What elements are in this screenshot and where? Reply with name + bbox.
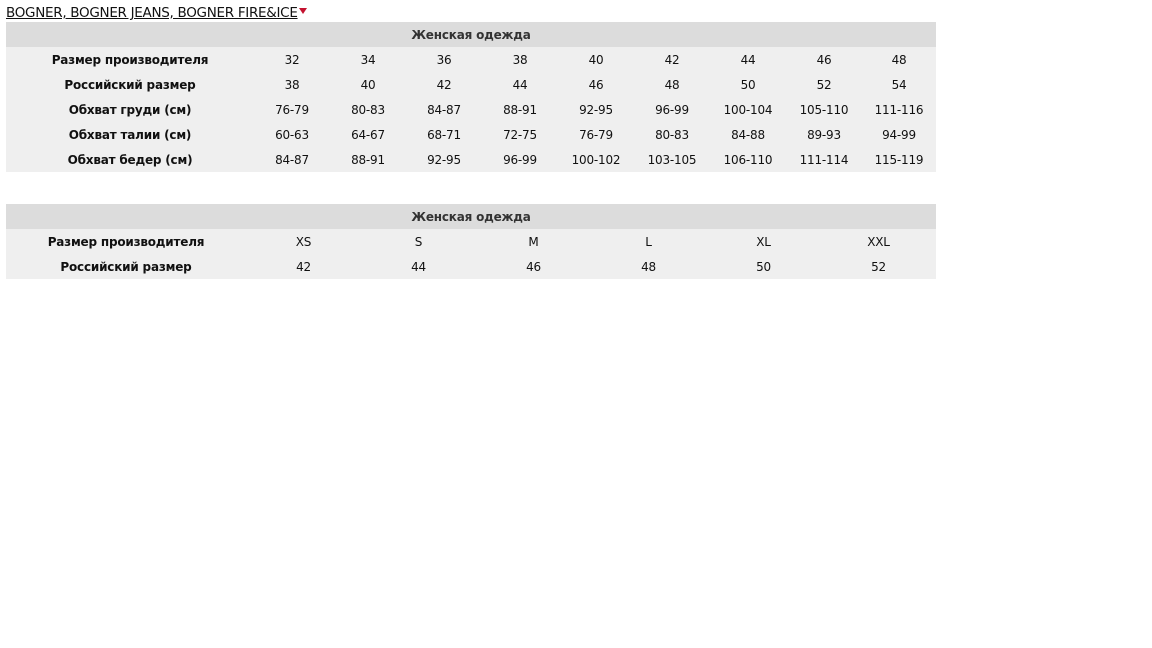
table-row-manufacturer-size: Размер производителя 32 34 36 38 40 42 4…	[6, 47, 936, 72]
table-cell: 100-104	[723, 102, 773, 117]
table-cell: 103-105	[647, 152, 697, 167]
size-table-numeric: Женская одежда Размер производителя 32 3…	[6, 22, 936, 172]
table-cell: XS	[295, 234, 312, 249]
table-cell: 88-91	[351, 152, 385, 167]
table-cell: 60-63	[275, 127, 309, 142]
row-label: Обхват груди (см)	[68, 102, 192, 117]
table-cell: 50	[740, 77, 756, 92]
table-cell: 96-99	[503, 152, 537, 167]
row-label: Размер производителя	[47, 234, 205, 249]
table-cell: 115-119	[874, 152, 924, 167]
table-cell: 36	[436, 52, 452, 67]
table-cell: L	[645, 234, 652, 249]
table-cell: 38	[284, 77, 300, 92]
table-cell: M	[528, 234, 539, 249]
table-cell: 89-93	[807, 127, 841, 142]
table-cell: 80-83	[655, 127, 689, 142]
table-cell: 84-88	[731, 127, 765, 142]
table-cell: 44	[411, 259, 426, 274]
table-cell: 92-95	[579, 102, 613, 117]
row-label: Обхват бедер (см)	[67, 152, 193, 167]
table-cell: 48	[641, 259, 656, 274]
table-title: Женская одежда	[6, 204, 937, 229]
table-cell: 80-83	[351, 102, 385, 117]
dropdown-arrow-icon[interactable]	[298, 8, 307, 14]
table-cell: 40	[588, 52, 604, 67]
table-cell: 84-87	[275, 152, 309, 167]
table-cell: 76-79	[579, 127, 613, 142]
table-cell: 44	[740, 52, 756, 67]
table-cell: 50	[756, 259, 771, 274]
table-cell: 38	[512, 52, 528, 67]
table-row-chest: Обхват груди (см) 76-79 80-83 84-87 88-9…	[6, 97, 936, 122]
table-title: Женская одежда	[6, 22, 936, 47]
table-cell: 96-99	[655, 102, 689, 117]
table-cell: 52	[871, 259, 886, 274]
table-cell: S	[414, 234, 423, 249]
table-cell: 44	[512, 77, 528, 92]
table-cell: 106-110	[723, 152, 773, 167]
table-cell: 40	[360, 77, 376, 92]
table-header-row: Женская одежда	[6, 204, 937, 229]
row-label: Российский размер	[60, 259, 192, 274]
table-cell: 42	[296, 259, 311, 274]
table-header-row: Женская одежда	[6, 22, 936, 47]
table-cell: 72-75	[503, 127, 537, 142]
table-cell: 46	[816, 52, 832, 67]
table-cell: 111-116	[874, 102, 924, 117]
table-cell: 48	[891, 52, 907, 67]
table-cell: 92-95	[427, 152, 461, 167]
table-cell: 54	[891, 77, 907, 92]
table-cell: 52	[816, 77, 832, 92]
table-cell: 84-87	[427, 102, 461, 117]
page: BOGNER, BOGNER JEANS, BOGNER FIRE&ICE Же…	[0, 0, 1152, 648]
row-label: Обхват талии (см)	[68, 127, 192, 142]
table-cell: 64-67	[351, 127, 385, 142]
table-cell: 42	[664, 52, 680, 67]
table-row-russian-size: Российский размер 42 44 46 48 50 52	[6, 254, 937, 279]
table-cell: 88-91	[503, 102, 537, 117]
table-row-hips: Обхват бедер (см) 84-87 88-91 92-95 96-9…	[6, 147, 936, 172]
table-row-manufacturer-size: Размер производителя XS S M L XL XXL	[6, 229, 937, 254]
table-cell: 68-71	[427, 127, 461, 142]
table-cell: 100-102	[571, 152, 621, 167]
brand-link-label: BOGNER, BOGNER JEANS, BOGNER FIRE&ICE	[6, 5, 298, 21]
table-cell: 105-110	[799, 102, 849, 117]
table-cell: 32	[284, 52, 300, 67]
table-cell: 34	[360, 52, 376, 67]
row-label: Размер производителя	[51, 52, 209, 67]
table-cell: 111-114	[799, 152, 849, 167]
table-cell: 46	[526, 259, 541, 274]
size-table-letter: Женская одежда Размер производителя XS S…	[6, 204, 937, 279]
table-row-waist: Обхват талии (см) 60-63 64-67 68-71 72-7…	[6, 122, 936, 147]
table-cell: 46	[588, 77, 604, 92]
row-label: Российский размер	[64, 77, 196, 92]
table-cell: XXL	[867, 234, 890, 249]
table-cell: XL	[756, 234, 771, 249]
table-cell: 48	[664, 77, 680, 92]
table-cell: 94-99	[882, 127, 916, 142]
table-cell: 76-79	[275, 102, 309, 117]
table-cell: 42	[436, 77, 452, 92]
brand-dropdown-link[interactable]: BOGNER, BOGNER JEANS, BOGNER FIRE&ICE	[6, 5, 307, 22]
table-row-russian-size: Российский размер 38 40 42 44 46 48 50 5…	[6, 72, 936, 97]
